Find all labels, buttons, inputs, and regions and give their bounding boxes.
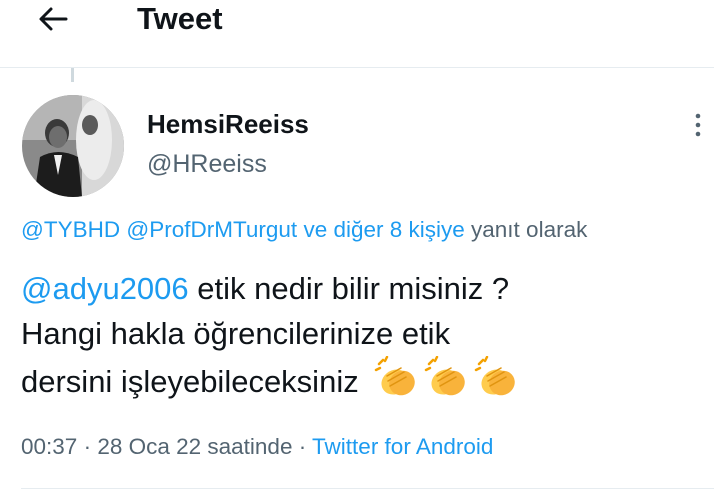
back-arrow-icon[interactable] <box>36 2 70 36</box>
tweet-line-2: Hangi hakla öğrencilerinize etik <box>21 316 451 351</box>
page-title: Tweet <box>137 1 223 36</box>
tweet-source-link[interactable]: Twitter for Android <box>312 434 493 459</box>
tweet-metadata: 00:37 · 28 Oca 22 saatinde · Twitter for… <box>21 432 493 462</box>
reply-mention-link[interactable]: @ProfDrMTurgut <box>126 217 297 242</box>
tweet-time[interactable]: 00:37 <box>21 434 77 459</box>
emoji-group <box>373 356 523 412</box>
reply-mention-link[interactable]: @TYBHD <box>21 217 120 242</box>
tweet-line-3: dersini işleyebileceksiniz <box>21 364 359 399</box>
author-handle[interactable]: @HReeiss <box>147 148 267 180</box>
avatar[interactable] <box>22 95 124 197</box>
author-display-name[interactable]: HemsiReeiss <box>147 108 309 140</box>
clapping-hands-icon <box>425 356 466 396</box>
tweet-date[interactable]: 28 Oca 22 saatinde <box>97 434 292 459</box>
clapping-hands-icon <box>475 356 516 396</box>
header-divider <box>0 67 714 68</box>
tweet-header: Tweet <box>0 0 714 68</box>
tweet-line-1: etik nedir bilir misiniz ? <box>197 271 510 306</box>
clapping-hands-icon <box>375 356 416 396</box>
tweet-mention-link[interactable]: @adyu2006 <box>21 271 189 306</box>
more-options-icon[interactable] <box>690 110 706 140</box>
reply-others-link[interactable]: ve diğer 8 kişiye <box>303 217 464 242</box>
thread-connector-line <box>71 68 74 82</box>
tweet-text: @adyu2006 etik nedir bilir misiniz ? Han… <box>21 266 711 412</box>
meta-separator: · <box>77 434 98 459</box>
meta-separator: · <box>292 434 313 459</box>
metadata-divider <box>21 488 714 489</box>
reply-context: @TYBHD @ProfDrMTurgut ve diğer 8 kişiye … <box>21 215 587 245</box>
reply-suffix: yanıt olarak <box>471 217 588 242</box>
